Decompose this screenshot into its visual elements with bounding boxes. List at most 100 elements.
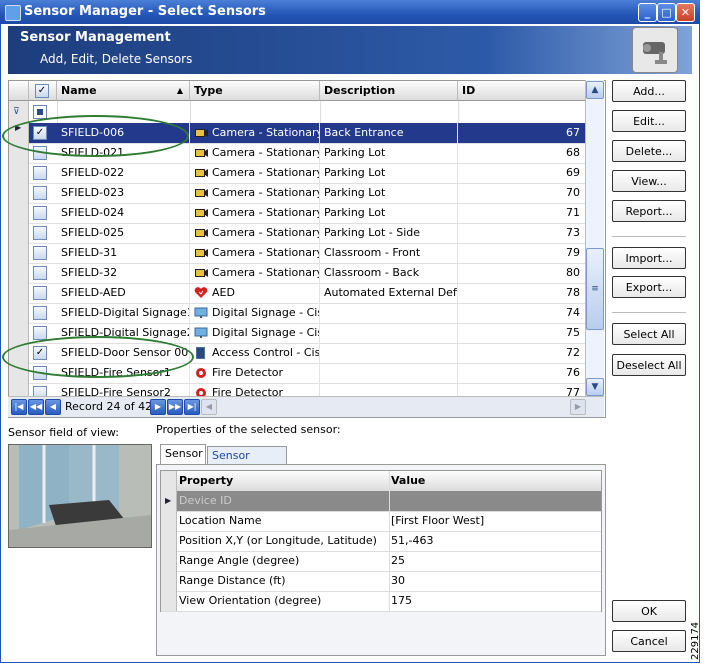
first-record-button[interactable]: |◀ [11,399,27,415]
scroll-right-button[interactable]: ▶ [570,399,586,415]
view-button[interactable]: View... [612,170,686,192]
property-row[interactable]: View Orientation (degree) 175 [161,591,601,612]
row-header[interactable] [9,243,29,263]
deselect-all-button[interactable]: Deselect All [612,354,686,376]
property-name: Position X,Y (or Longitude, Latitude) [179,531,390,551]
row-checkbox[interactable] [33,266,47,280]
column-header-id[interactable]: ID [458,81,586,101]
filter-checkbox[interactable] [33,105,47,119]
add-button[interactable]: Add... [612,80,686,102]
property-row[interactable]: Range Angle (degree) 25 [161,551,601,572]
vertical-scrollbar[interactable]: ▲ ≡ ▼ [585,80,604,396]
row-header[interactable] [9,283,29,303]
row-checkbox[interactable] [33,246,47,260]
property-row[interactable]: Location Name [First Floor West] [161,511,601,532]
filter-icon: ⊽ [9,101,29,123]
scroll-thumb[interactable]: ≡ [586,248,604,330]
row-header[interactable] [9,223,29,243]
select-all-checkbox-header[interactable]: ✓ [29,81,57,101]
tab-sensor[interactable]: Sensor [160,444,206,464]
cell-name: SFIELD-31 [57,243,190,263]
prev-page-button[interactable]: ◀◀ [28,399,44,415]
cell-type: Camera - Stationary [190,163,320,183]
cell-type-label: Camera - Stationary [212,206,320,219]
property-value[interactable]: 175 [391,591,601,611]
cell-type-label: Camera - Stationary [212,126,320,139]
row-header[interactable] [9,323,29,343]
record-count-text: Record 24 of 42 [65,400,153,413]
row-checkbox[interactable] [33,226,47,240]
cell-description: Automated External Defi... [320,283,458,303]
cell-id: 80 [458,263,586,283]
table-row[interactable]: SFIELD-025 Camera - Stationary Parking Lot… [9,223,586,244]
last-record-button[interactable]: ▶| [184,399,200,415]
cell-description: Classroom - Front [320,243,458,263]
column-header-name[interactable]: Name ▲ [57,81,190,101]
property-value[interactable]: 51,-463 [391,531,601,551]
cell-type: Digital Signage - Cis... [190,323,320,343]
cell-type: Access Control - Cis... [190,343,320,363]
properties-table: Property Value ▶ Device ID Location Name [F… [160,470,602,612]
close-button[interactable]: ✕ [676,3,695,22]
cell-type: Camera - Stationary [190,263,320,283]
window-title: Sensor Manager - Select Sensors [24,4,266,19]
export-button[interactable]: Export... [612,276,686,298]
cell-type-label: Digital Signage - Cis... [212,326,319,339]
row-checkbox[interactable] [33,286,47,300]
sensor-preview-image [8,444,152,548]
property-value[interactable] [391,491,601,511]
import-button[interactable]: Import... [612,247,686,269]
row-header[interactable] [9,263,29,283]
row-checkbox[interactable] [33,166,47,180]
row-checkbox[interactable] [33,306,47,320]
row-checkbox[interactable] [33,206,47,220]
table-row[interactable]: SFIELD-023 Camera - Stationary Parking Lot… [9,183,586,204]
table-row[interactable]: SFIELD-022 Camera - Stationary Parking Lot… [9,163,586,184]
cancel-button[interactable]: Cancel [612,630,686,652]
table-row[interactable]: SFIELD-31 Camera - Stationary Classroom - … [9,243,586,264]
app-icon [5,5,21,21]
row-checkbox[interactable] [33,326,47,340]
row-header[interactable] [9,183,29,203]
row-header[interactable] [9,303,29,323]
minimize-button[interactable]: _ [638,3,657,22]
cell-name: SFIELD-025 [57,223,190,243]
cell-description: Parking Lot [320,183,458,203]
edit-button[interactable]: Edit... [612,110,686,132]
next-record-button[interactable]: ▶ [150,399,166,415]
cell-description: Parking Lot [320,143,458,163]
camera-icon [194,166,212,179]
property-value[interactable]: 25 [391,551,601,571]
cell-description [320,323,458,343]
row-header [161,571,177,591]
camera-icon [194,186,212,199]
property-row[interactable]: Position X,Y (or Longitude, Latitude) 51,… [161,531,601,552]
property-value[interactable]: 30 [391,571,601,591]
table-row[interactable]: SFIELD-AED AED Automated External Defi... 7… [9,283,586,304]
ok-button[interactable]: OK [612,600,686,622]
delete-button[interactable]: Delete... [612,140,686,162]
property-row[interactable]: Range Distance (ft) 30 [161,571,601,592]
tab-sensor-groups[interactable]: Sensor Groups [207,446,287,480]
select-all-button[interactable]: Select All [612,323,686,345]
scroll-down-button[interactable]: ▼ [586,378,604,396]
report-button[interactable]: Report... [612,200,686,222]
scroll-left-button[interactable]: ◀ [201,399,217,415]
column-header-description[interactable]: Description [320,81,458,101]
property-name: Range Angle (degree) [179,551,390,571]
column-header-type[interactable]: Type [190,81,320,101]
table-row[interactable]: SFIELD-024 Camera - Stationary Parking Lot… [9,203,586,224]
maximize-button[interactable]: □ [657,3,676,22]
property-value[interactable]: [First Floor West] [391,511,601,531]
row-header[interactable] [9,203,29,223]
cell-description: Parking Lot - Side [320,223,458,243]
scroll-up-button[interactable]: ▲ [586,81,604,99]
table-row[interactable]: SFIELD-Digital Signage1 Digital Signage -… [9,303,586,324]
property-row[interactable]: ▶ Device ID [161,491,601,512]
header-checkbox[interactable]: ✓ [35,84,49,98]
prev-record-button[interactable]: ◀ [45,399,61,415]
next-page-button[interactable]: ▶▶ [167,399,183,415]
table-row[interactable]: SFIELD-32 Camera - Stationary Classroom - … [9,263,586,284]
row-header[interactable] [9,163,29,183]
row-checkbox[interactable] [33,186,47,200]
